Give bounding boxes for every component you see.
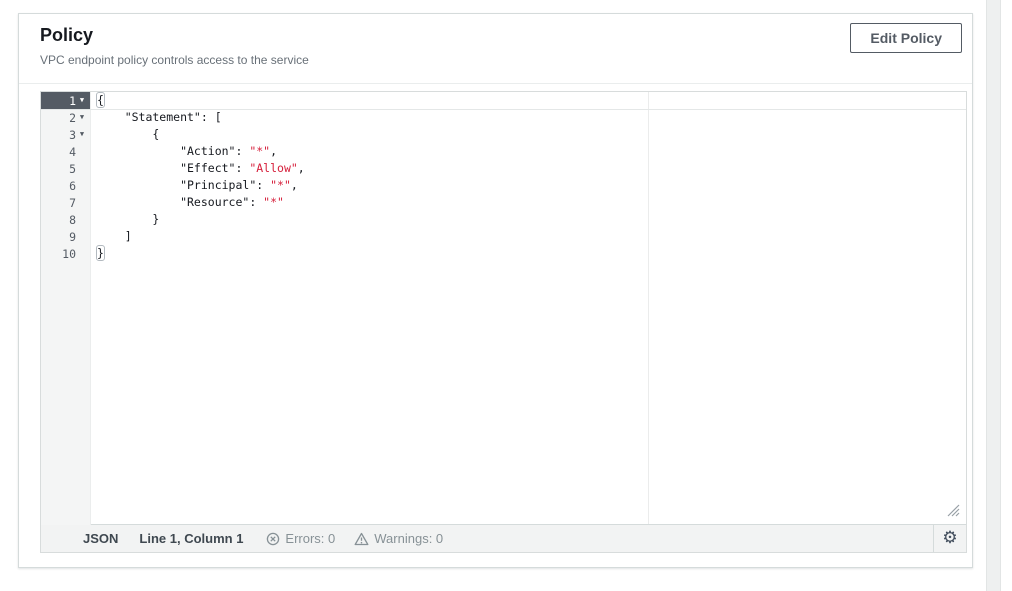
line-number: 5 [69,162,76,176]
gutter-line-8: 8 [41,211,90,228]
gutter-line-6: 6 [41,177,90,194]
editor-line-4[interactable]: "Action": "*", [97,143,966,160]
line-number: 9 [69,230,76,244]
resize-grip-icon[interactable] [947,504,960,517]
gutter-line-7: 7 [41,194,90,211]
json-plain-token: } [97,212,159,226]
errors-status: Errors: 0 [266,531,335,546]
json-string-token: "Allow" [249,161,297,175]
active-line-highlight [41,109,966,110]
editor-line-8[interactable]: } [97,211,966,228]
gutter-line-10: 10 [41,245,90,262]
line-number: 4 [69,145,76,159]
gear-icon: ⚙ [942,530,957,547]
editor-code[interactable]: { "Statement": [ { "Action": "*", "Effec… [92,92,966,525]
editor-settings-button[interactable]: ⚙ [933,525,966,552]
matched-bracket-token: } [97,246,104,260]
panel-subtitle: VPC endpoint policy controls access to t… [40,53,951,68]
json-plain-token: "Effect": [97,161,249,175]
gutter-line-2[interactable]: 2▼ [41,109,90,126]
errors-count-label: Errors: 0 [285,531,335,546]
line-number: 6 [69,179,76,193]
editor-line-9[interactable]: ] [97,228,966,245]
json-plain-token: , [298,161,305,175]
warnings-count-label: Warnings: 0 [374,531,443,546]
json-plain-token: , [270,144,277,158]
gutter-line-1[interactable]: 1▼ [41,92,90,109]
line-number: 10 [62,247,76,261]
line-number: 8 [69,213,76,227]
warning-triangle-icon [354,532,369,546]
json-string-token: "*" [263,195,284,209]
editor-line-6[interactable]: "Principal": "*", [97,177,966,194]
gutter-line-3[interactable]: 3▼ [41,126,90,143]
editor-gutter: 1▼2▼3▼45678910 [41,92,91,525]
cursor-position-label: Line 1, Column 1 [139,531,243,546]
editor-line-1[interactable]: { [97,92,966,109]
fold-caret-down-icon[interactable]: ▼ [76,126,88,143]
json-plain-token: "Action": [97,144,249,158]
editor-line-7[interactable]: "Resource": "*" [97,194,966,211]
line-number: 2 [69,111,76,125]
edit-policy-button[interactable]: Edit Policy [850,23,962,53]
json-plain-token: "Resource": [97,195,263,209]
warnings-status: Warnings: 0 [354,531,443,546]
line-number: 1 [69,94,76,108]
gutter-line-4: 4 [41,143,90,160]
json-plain-token: "Statement": [ [97,110,222,124]
fold-caret-down-icon[interactable]: ▼ [76,109,88,126]
editor-status-bar: JSON Line 1, Column 1 Errors: 0 Warnings… [41,524,966,552]
json-plain-token: { [97,127,159,141]
json-plain-token: "Principal": [97,178,270,192]
line-number: 7 [69,196,76,210]
editor-mode-label: JSON [83,531,118,546]
gutter-line-9: 9 [41,228,90,245]
editor-line-3[interactable]: { [97,126,966,143]
editor-code-area[interactable]: 1▼2▼3▼45678910 { "Statement": [ { "Actio… [41,92,966,525]
policy-panel: Policy VPC endpoint policy controls acce… [18,13,973,568]
matched-bracket-token: { [97,93,104,107]
editor-line-10[interactable]: } [97,245,966,262]
panel-title: Policy [40,23,951,47]
editor-line-2[interactable]: "Statement": [ [97,109,966,126]
line-number: 3 [69,128,76,142]
fold-caret-down-icon[interactable]: ▼ [76,92,88,109]
json-string-token: "*" [249,144,270,158]
page-scrollbar[interactable] [986,0,1001,591]
policy-json-editor[interactable]: 1▼2▼3▼45678910 { "Statement": [ { "Actio… [40,91,967,553]
editor-line-5[interactable]: "Effect": "Allow", [97,160,966,177]
gutter-line-5: 5 [41,160,90,177]
circle-x-error-icon [266,532,280,546]
panel-header: Policy VPC endpoint policy controls acce… [19,14,972,84]
json-plain-token: , [291,178,298,192]
json-string-token: "*" [270,178,291,192]
json-plain-token: ] [97,229,132,243]
